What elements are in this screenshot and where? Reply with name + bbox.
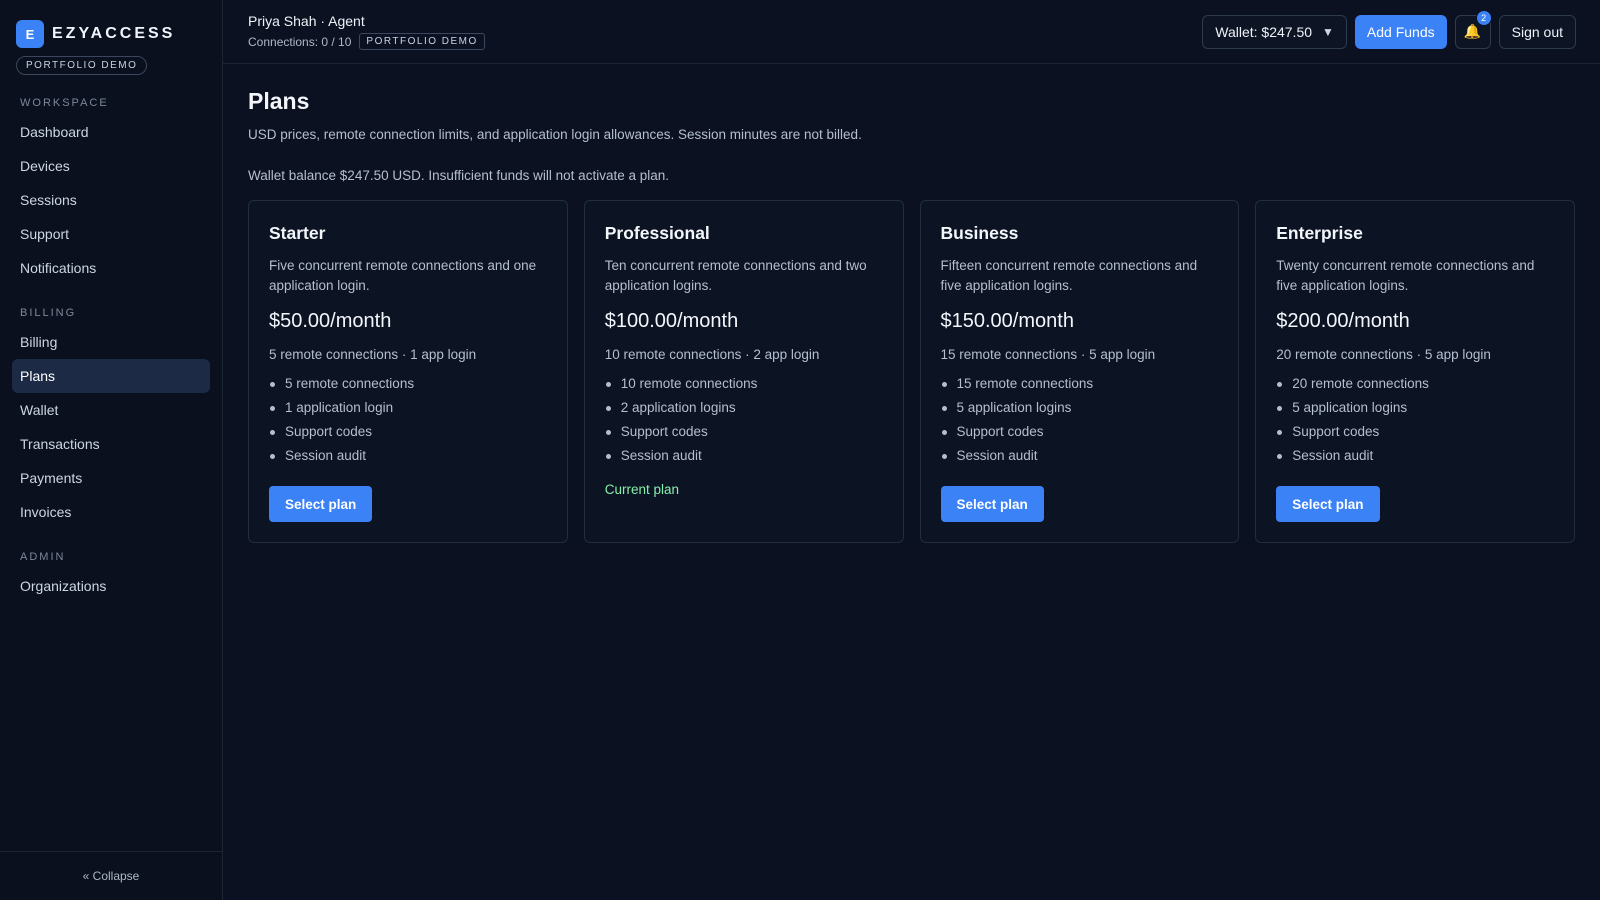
plan-summary: 10 remote connections · 2 app login — [604, 347, 820, 362]
notifications-button[interactable]: 🔔 2 — [1454, 9, 1492, 49]
page-content: Plans USD prices, remote connection limi… — [223, 64, 1600, 567]
plan-description: Ten concurrent remote connections and tw… — [604, 258, 867, 293]
plan-features: 10 remote connections 2 application logi… — [605, 372, 883, 468]
sidebar-item-wallet[interactable]: Wallet — [12, 393, 210, 427]
plan-card-enterprise: Enterprise Twenty concurrent remote conn… — [1255, 200, 1575, 543]
plan-price: $50.00/month — [269, 310, 392, 332]
sidebar-item-plans[interactable]: Plans — [12, 359, 210, 393]
nav-section-workspace: WORKSPACE — [20, 97, 109, 109]
plan-feature: 15 remote connections — [941, 372, 1219, 396]
plan-feature: 5 application logins — [941, 396, 1219, 420]
wallet-dropdown[interactable]: Wallet: $247.50 ▼ — [1202, 14, 1347, 49]
connections-count: Connections: 0 / 10 — [248, 34, 352, 49]
sidebar-item-payments[interactable]: Payments — [12, 461, 210, 495]
plan-features: 20 remote connections 5 application logi… — [1276, 372, 1554, 468]
plan-feature: Session audit — [1276, 444, 1554, 468]
sign-out-button[interactable]: Sign out — [1498, 14, 1576, 49]
wallet-balance-note: Wallet balance $247.50 USD. Insufficient… — [248, 168, 669, 183]
sidebar-item-notifications[interactable]: Notifications — [12, 251, 210, 285]
bell-icon: 🔔 — [1463, 23, 1482, 39]
plan-summary: 5 remote connections · 1 app login — [269, 347, 477, 362]
user-info: Priya Shah · Agent Connections: 0 / 10 P… — [248, 13, 485, 50]
plan-feature: Support codes — [269, 420, 547, 444]
chevron-down-icon: ▼ — [1322, 24, 1334, 39]
plan-features: 15 remote connections 5 application logi… — [941, 372, 1219, 468]
plan-card-business: Business Fifteen concurrent remote conne… — [919, 200, 1240, 543]
main-area: Priya Shah · Agent Connections: 0 / 10 P… — [223, 0, 1600, 900]
brand[interactable]: E EZYACCESS — [0, 0, 222, 48]
plan-features: 5 remote connections 1 application login… — [269, 372, 547, 468]
sidebar-item-billing[interactable]: Billing — [12, 325, 210, 359]
top-actions: Wallet: $247.50 ▼ Add Funds 🔔 2 Sign out — [1202, 9, 1576, 49]
sidebar-item-invoices[interactable]: Invoices — [12, 495, 210, 529]
plan-price: $150.00/month — [940, 310, 1074, 332]
portfolio-demo-pill: PORTFOLIO DEMO — [16, 56, 148, 75]
topbar: Priya Shah · Agent Connections: 0 / 10 P… — [223, 0, 1600, 64]
plan-name: Starter — [269, 223, 326, 243]
sidebar-item-organizations[interactable]: Organizations — [12, 569, 210, 603]
plan-feature: Session audit — [269, 444, 547, 468]
sidebar-item-dashboard[interactable]: Dashboard — [12, 115, 210, 149]
plan-card-professional: Professional Ten concurrent remote conne… — [583, 200, 904, 543]
nav-section-billing: BILLING — [20, 307, 77, 319]
page-title: Plans — [248, 88, 310, 114]
brand-name: EZYACCESS — [52, 25, 176, 42]
connections-row: Connections: 0 / 10 PORTFOLIO DEMO — [248, 33, 485, 50]
plan-feature: Support codes — [1276, 420, 1554, 444]
plan-feature: Support codes — [941, 420, 1219, 444]
add-funds-button[interactable]: Add Funds — [1354, 14, 1447, 49]
select-plan-button-starter[interactable]: Select plan — [269, 486, 373, 522]
select-plan-button-enterprise[interactable]: Select plan — [1276, 486, 1380, 522]
sidebar-item-devices[interactable]: Devices — [12, 149, 210, 183]
page-subtitle: USD prices, remote connection limits, an… — [248, 127, 862, 142]
brand-logo-icon: E — [16, 20, 44, 48]
plan-feature: 10 remote connections — [605, 372, 883, 396]
portfolio-demo-tag: PORTFOLIO DEMO — [359, 33, 485, 50]
select-plan-button-business[interactable]: Select plan — [940, 486, 1044, 522]
plan-summary: 15 remote connections · 5 app login — [940, 347, 1156, 362]
sidebar-item-support[interactable]: Support — [12, 217, 210, 251]
wallet-label: Wallet: $247.50 — [1215, 23, 1313, 40]
plan-cards: Starter Five concurrent remote connectio… — [248, 200, 1575, 543]
notification-count-badge: 2 — [1475, 9, 1492, 26]
plan-card-starter: Starter Five concurrent remote connectio… — [248, 200, 568, 543]
plan-feature: 5 remote connections — [269, 372, 547, 396]
plan-summary: 20 remote connections · 5 app login — [1276, 347, 1491, 362]
plan-feature: 1 application login — [269, 396, 547, 420]
plan-feature: 20 remote connections — [1276, 372, 1554, 396]
plan-feature: 5 application logins — [1276, 396, 1554, 420]
plan-feature: Session audit — [941, 444, 1219, 468]
sidebar-item-transactions[interactable]: Transactions — [12, 427, 210, 461]
plan-price: $200.00/month — [1276, 310, 1410, 332]
plan-price: $100.00/month — [604, 310, 739, 332]
plan-feature: Session audit — [605, 444, 883, 468]
user-name: Priya Shah · Agent — [248, 13, 365, 29]
plan-feature: Support codes — [605, 420, 883, 444]
plan-description: Twenty concurrent remote connections and… — [1276, 258, 1535, 293]
plan-feature: 2 application logins — [605, 396, 883, 420]
sidebar-item-sessions[interactable]: Sessions — [12, 183, 210, 217]
collapse-sidebar-button[interactable]: « Collapse — [0, 851, 222, 900]
plan-name: Enterprise — [1276, 223, 1363, 243]
plan-name: Business — [940, 223, 1019, 243]
sidebar: E EZYACCESS PORTFOLIO DEMO WORKSPACE Das… — [0, 0, 223, 900]
plan-name: Professional — [604, 223, 710, 243]
nav-section-admin: ADMIN — [20, 551, 66, 563]
plan-description: Five concurrent remote connections and o… — [269, 258, 537, 293]
app-shell: E EZYACCESS PORTFOLIO DEMO WORKSPACE Das… — [0, 0, 1600, 900]
plan-description: Fifteen concurrent remote connections an… — [940, 258, 1198, 293]
current-plan-label: Current plan — [604, 482, 680, 497]
